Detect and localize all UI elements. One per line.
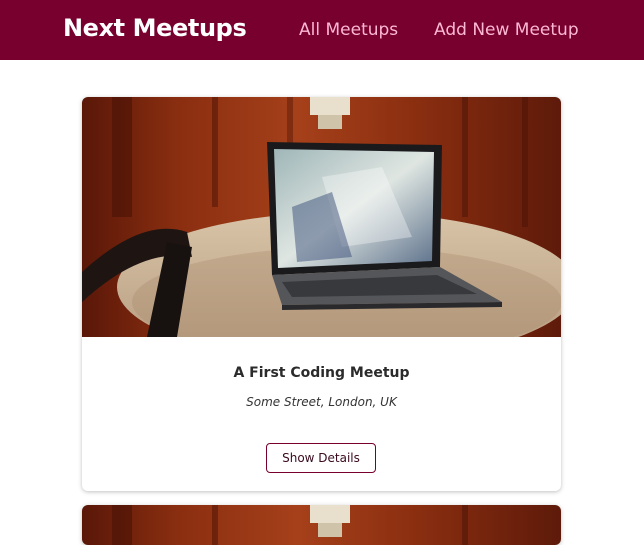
meetup-address: Some Street, London, UK xyxy=(246,395,397,409)
main-header: Next Meetups All Meetups Add New Meetup xyxy=(0,0,644,60)
meetup-title: A First Coding Meetup xyxy=(233,365,410,381)
meetup-card-content: A First Coding Meetup Some Street, Londo… xyxy=(82,337,561,409)
nav-link-all-meetups[interactable]: All Meetups xyxy=(299,20,398,40)
meetup-image xyxy=(82,97,561,337)
meetup-card: A First Coding Meetup Some Street, Londo… xyxy=(82,97,561,491)
meetup-card xyxy=(82,505,561,545)
nav-link-add-new-meetup[interactable]: Add New Meetup xyxy=(434,20,579,40)
main-nav: All Meetups Add New Meetup xyxy=(0,20,644,44)
meetup-image xyxy=(82,505,561,545)
show-details-button[interactable]: Show Details xyxy=(266,443,376,473)
